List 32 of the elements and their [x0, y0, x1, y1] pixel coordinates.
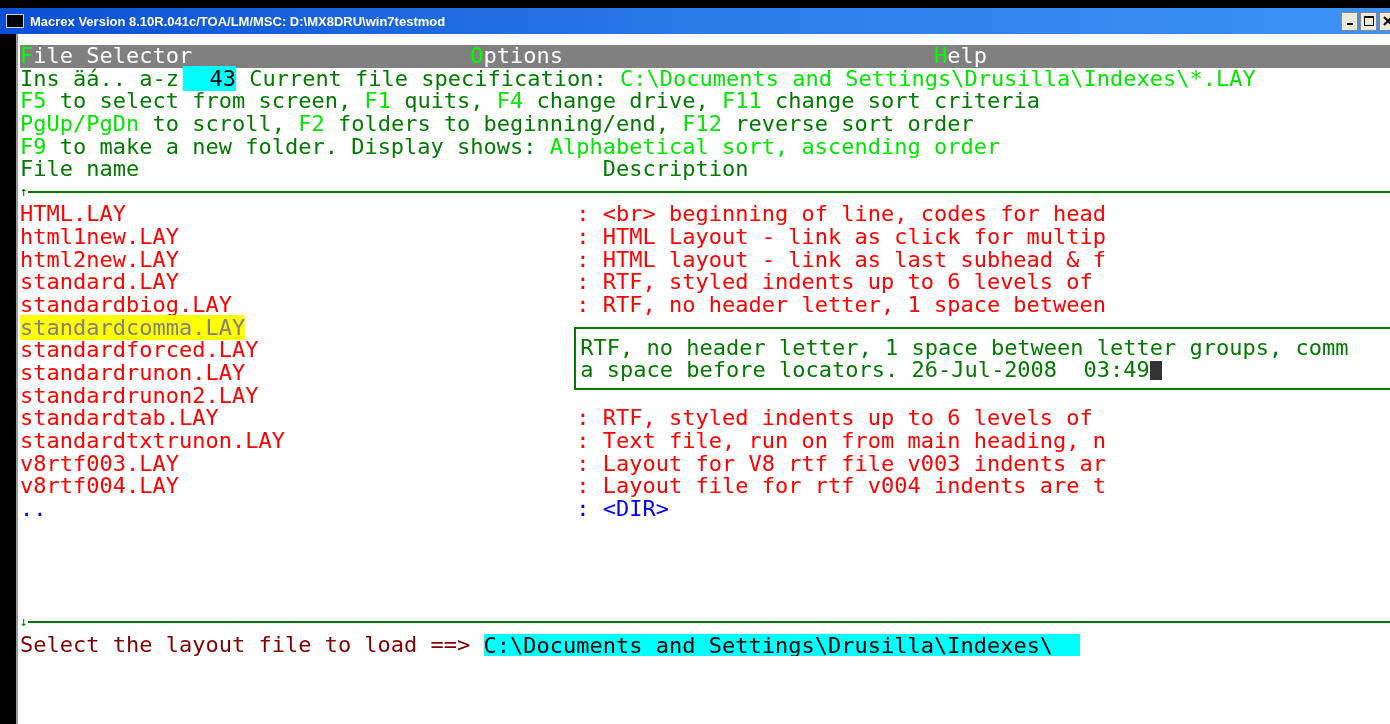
file-description: : HTML Layout - link as click for multip: [576, 226, 1107, 249]
file-description: : RTF, styled indents up to 6 levels of: [576, 271, 1093, 295]
file-description: : RTF, styled indents up to 6 levels of: [576, 407, 1093, 430]
maximize-icon: [1363, 16, 1374, 26]
window-title: Macrex Version 8.10R.041c/TOA/LM/MSC: D:\MX8DRU\win7testmod: [30, 13, 447, 29]
file-item[interactable]: standardrunon2.LAY: [20, 382, 259, 408]
file-description: : <br> beginning of line, codes for head: [576, 203, 1107, 227]
file-description: : Layout for V8 rtf file v003 indents ar: [576, 452, 1107, 476]
scroll-up-arrow[interactable]: ↑: [20, 180, 28, 204]
scroll-down-arrow[interactable]: ↓: [20, 611, 28, 634]
column-header: Description: [602, 158, 749, 181]
file-item[interactable]: standardcomma.LAY: [20, 314, 246, 340]
file-description: : <DIR>: [576, 497, 669, 521]
minimize-button[interactable]: [1341, 11, 1358, 31]
file-description: : Layout file for rtf v004 indents are t: [576, 475, 1107, 498]
menu-item[interactable]: File Selector: [20, 43, 193, 68]
file-description: : RTF, no header letter, 1 space between: [576, 294, 1107, 317]
file-item[interactable]: HTML.LAY: [20, 201, 126, 227]
menu-item[interactable]: Help: [933, 43, 987, 68]
file-item[interactable]: standard.LAY: [20, 269, 179, 295]
file-item[interactable]: v8rtf003.LAY: [20, 450, 179, 476]
column-header: File name: [20, 156, 140, 182]
description-text: RTF, no header letter, 1 space between letter groups, comm: [580, 334, 1349, 360]
file-description: : Text file, run on from main heading, n: [576, 429, 1107, 453]
menu-item[interactable]: Options: [470, 43, 564, 68]
maximize-button[interactable]: [1360, 11, 1377, 31]
file-description: : HTML layout - link as last subhead & f: [576, 248, 1107, 272]
prompt-label: Select the layout file to load ==>: [20, 633, 471, 657]
text-cursor: [1149, 361, 1162, 381]
close-icon: [1382, 16, 1390, 26]
console-icon: [6, 14, 24, 28]
path-input[interactable]: C:\Documents and Settings\Drusilla\Indexes\: [483, 633, 1080, 657]
